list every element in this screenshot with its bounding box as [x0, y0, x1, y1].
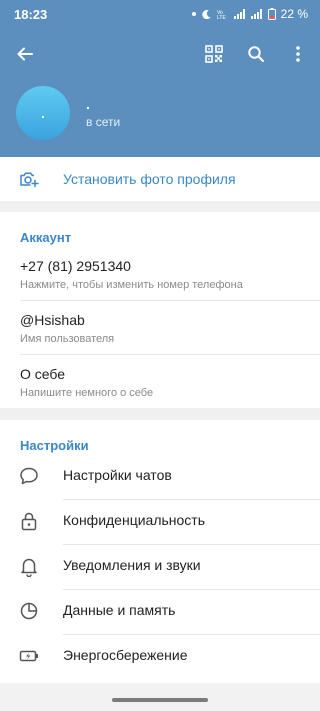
avatar[interactable]: . [16, 86, 70, 140]
divider [20, 300, 320, 301]
account-section-title: Аккаунт [20, 230, 72, 245]
svg-text:LTE: LTE [217, 15, 226, 20]
toolbar [0, 36, 320, 72]
status-indicators: Vo LTE 22 % [191, 7, 308, 21]
phone-row[interactable]: +27 (81) 2951340 Нажмите, чтобы изменить… [0, 250, 320, 300]
back-button[interactable] [13, 42, 37, 66]
battery-icon [267, 8, 276, 20]
phone-number: +27 (81) 2951340 [20, 258, 131, 274]
username-row[interactable]: @Hsishab Имя пользователя [0, 304, 320, 354]
moon-icon [201, 9, 211, 19]
battery-bolt-icon [19, 650, 38, 662]
settings-item-privacy[interactable]: Конфиденциальность [0, 499, 320, 544]
profile-status: в сети [86, 115, 121, 129]
signal-icon-2 [250, 9, 262, 19]
settings-item-label: Уведомления и звуки [63, 557, 201, 573]
qr-code-button[interactable] [202, 42, 226, 66]
qr-code-icon [205, 45, 223, 63]
more-options-button[interactable] [286, 42, 310, 66]
home-indicator[interactable] [112, 698, 208, 702]
arrow-left-icon [17, 47, 33, 61]
divider [20, 354, 320, 355]
profile-name: . [86, 96, 90, 112]
battery-percent: 22 % [280, 7, 308, 21]
bio-hint: Напишите немного о себе [20, 387, 154, 399]
settings-item-data-storage[interactable]: Данные и память [0, 589, 320, 634]
settings-item-power-saving[interactable]: Энергосбережение [0, 634, 320, 679]
section-separator [0, 201, 320, 212]
search-icon [248, 46, 264, 62]
bell-icon [21, 558, 37, 577]
camera-add-icon [20, 172, 39, 188]
volte-icon: VoLTE [217, 10, 226, 20]
set-profile-photo-label: Установить фото профиля [63, 171, 236, 187]
profile-header: 18:23 Vo LTE 22 % . . в сети [0, 0, 320, 157]
more-vertical-icon [296, 46, 300, 62]
bio: О себе [20, 366, 66, 382]
settings-section-title: Настройки [20, 438, 89, 453]
lock-icon [21, 512, 37, 531]
signal-icon [233, 9, 245, 19]
section-separator [0, 408, 320, 420]
settings-item-label: Данные и память [63, 602, 176, 618]
username-hint: Имя пользователя [20, 333, 115, 345]
status-bar: 18:23 Vo LTE 22 % [0, 0, 320, 28]
avatar-initial: . [41, 105, 45, 121]
settings-item-notifications[interactable]: Уведомления и звуки [0, 544, 320, 589]
settings-item-label: Настройки чатов [63, 467, 172, 483]
settings-item-label: Энергосбережение [63, 647, 188, 663]
notification-dot-icon [191, 12, 196, 16]
settings-item-label: Конфиденциальность [63, 512, 206, 528]
settings-item-chats[interactable]: Настройки чатов [0, 454, 320, 499]
status-time: 18:23 [14, 7, 48, 22]
username: @Hsishab [20, 312, 85, 328]
navigation-bar [0, 683, 320, 711]
phone-hint: Нажмите, чтобы изменить номер телефона [20, 279, 243, 291]
pie-chart-icon [20, 602, 38, 620]
search-button[interactable] [244, 42, 268, 66]
bio-row[interactable]: О себе Напишите немного о себе [0, 358, 320, 408]
chat-bubble-icon [20, 467, 38, 485]
set-profile-photo-button[interactable]: Установить фото профиля [0, 157, 320, 201]
